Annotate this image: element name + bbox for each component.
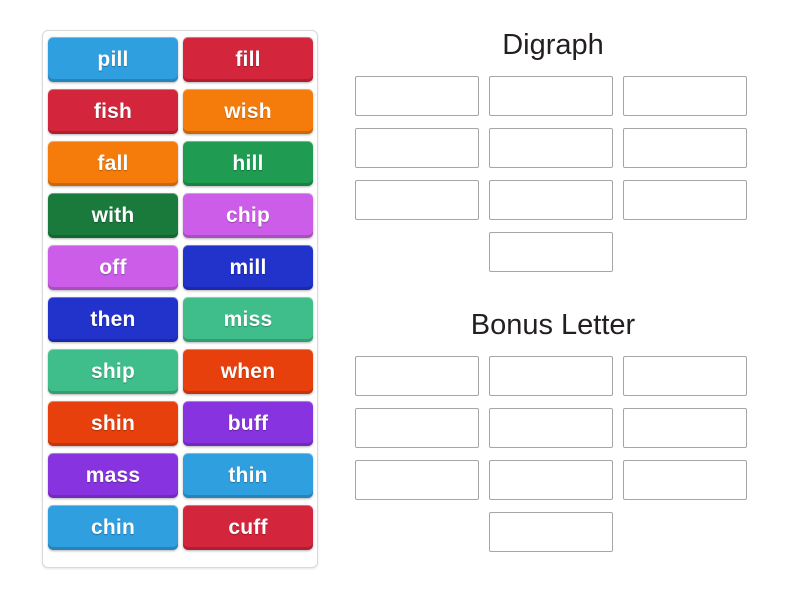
drop-slot[interactable] (355, 179, 479, 220)
drop-slot[interactable] (489, 127, 613, 168)
word-sort-activity: pill fill fish wish fall hill with chip off mill t… (0, 0, 800, 600)
category-bonus-letter: Bonus Letter (355, 309, 751, 552)
drop-slot[interactable] (489, 355, 613, 396)
word-tile-grid: pill fill fish wish fall hill with chip off mill t… (48, 37, 313, 550)
word-tile[interactable]: mill (183, 245, 313, 290)
drop-grid-bonus-letter (355, 355, 751, 552)
word-tile[interactable]: buff (183, 401, 313, 446)
drop-slot[interactable] (489, 179, 613, 220)
word-tile[interactable]: cuff (183, 505, 313, 550)
word-tile[interactable]: miss (183, 297, 313, 342)
word-tile[interactable]: ship (48, 349, 178, 394)
drop-slot[interactable] (355, 407, 479, 448)
word-tile[interactable]: mass (48, 453, 178, 498)
category-title-bonus-letter: Bonus Letter (470, 309, 636, 341)
word-tile[interactable]: shin (48, 401, 178, 446)
drop-slot[interactable] (489, 75, 613, 116)
drop-slot[interactable] (623, 355, 747, 396)
drop-slot[interactable] (489, 459, 613, 500)
drop-slot[interactable] (489, 407, 613, 448)
word-tile[interactable]: chin (48, 505, 178, 550)
word-tile-pool[interactable]: pill fill fish wish fall hill with chip off mill t… (42, 30, 318, 568)
word-tile[interactable]: fall (48, 141, 178, 186)
drop-slot[interactable] (355, 459, 479, 500)
drop-slot[interactable] (355, 355, 479, 396)
category-digraph: Digraph (355, 29, 751, 272)
word-tile[interactable]: fill (183, 37, 313, 82)
word-tile[interactable]: fish (48, 89, 178, 134)
category-title-digraph: Digraph (502, 29, 604, 61)
word-tile[interactable]: chip (183, 193, 313, 238)
drop-slot[interactable] (623, 127, 747, 168)
drop-slot[interactable] (623, 459, 747, 500)
drop-slot[interactable] (489, 231, 613, 272)
word-tile[interactable]: then (48, 297, 178, 342)
drop-slot[interactable] (623, 407, 747, 448)
word-tile[interactable]: thin (183, 453, 313, 498)
drop-slot[interactable] (355, 75, 479, 116)
word-tile[interactable]: pill (48, 37, 178, 82)
word-tile[interactable]: wish (183, 89, 313, 134)
word-tile[interactable]: off (48, 245, 178, 290)
word-tile[interactable]: when (183, 349, 313, 394)
drop-grid-digraph (355, 75, 751, 272)
word-tile[interactable]: hill (183, 141, 313, 186)
word-tile[interactable]: with (48, 193, 178, 238)
drop-slot[interactable] (489, 511, 613, 552)
drop-slot[interactable] (623, 179, 747, 220)
drop-slot[interactable] (355, 127, 479, 168)
drop-slot[interactable] (623, 75, 747, 116)
